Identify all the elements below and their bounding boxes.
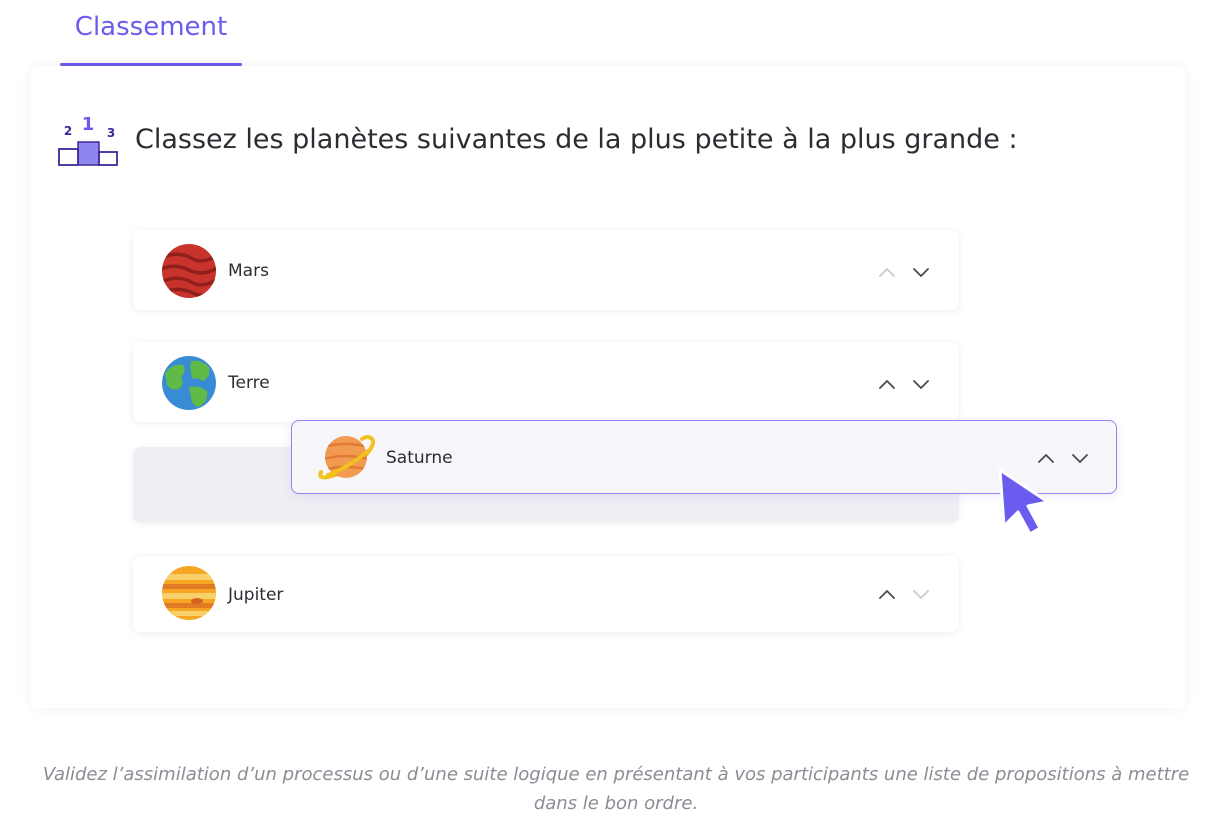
question-text: Classez les planètes suivantes de la plu… [135, 124, 1018, 155]
ranking-item-jupiter[interactable]: Jupiter [133, 556, 959, 632]
move-down-button[interactable] [909, 584, 933, 604]
podium-third-number: 3 [107, 126, 115, 140]
mars-planet-icon [162, 244, 216, 298]
chevron-up-icon [879, 268, 895, 277]
tab-classement[interactable]: Classement [60, 0, 242, 66]
move-up-button[interactable] [875, 584, 899, 604]
tab-label: Classement [74, 12, 228, 42]
chevron-down-icon [913, 590, 929, 599]
move-up-button[interactable] [875, 374, 899, 394]
move-down-button[interactable] [909, 262, 933, 282]
move-up-button[interactable] [1034, 448, 1058, 468]
podium-first-number: 1 [82, 114, 95, 135]
move-down-button[interactable] [909, 374, 933, 394]
ranking-item-label: Terre [228, 373, 270, 393]
chevron-up-icon [879, 590, 895, 599]
podium-icon: 1 2 3 [58, 114, 118, 166]
ranking-item-label: Saturne [386, 448, 453, 468]
chevron-up-icon [1038, 454, 1054, 463]
saturn-planet-icon [318, 435, 376, 480]
ranking-item-label: Mars [228, 261, 269, 281]
chevron-up-icon [879, 380, 895, 389]
chevron-down-icon [913, 268, 929, 277]
chevron-down-icon [1072, 454, 1088, 463]
earth-planet-icon [162, 356, 216, 410]
mouse-pointer-icon [998, 468, 1050, 536]
chevron-down-icon [913, 380, 929, 389]
jupiter-planet-icon [162, 566, 216, 620]
move-down-button[interactable] [1068, 448, 1092, 468]
ranking-item-mars[interactable]: Mars [133, 230, 959, 310]
move-up-button[interactable] [875, 262, 899, 282]
footer-description: Validez l’assimilation d’un processus ou… [42, 764, 1190, 814]
ranking-item-terre[interactable]: Terre [133, 342, 959, 422]
ranking-item-label: Jupiter [228, 585, 284, 605]
podium-second-number: 2 [64, 124, 72, 138]
